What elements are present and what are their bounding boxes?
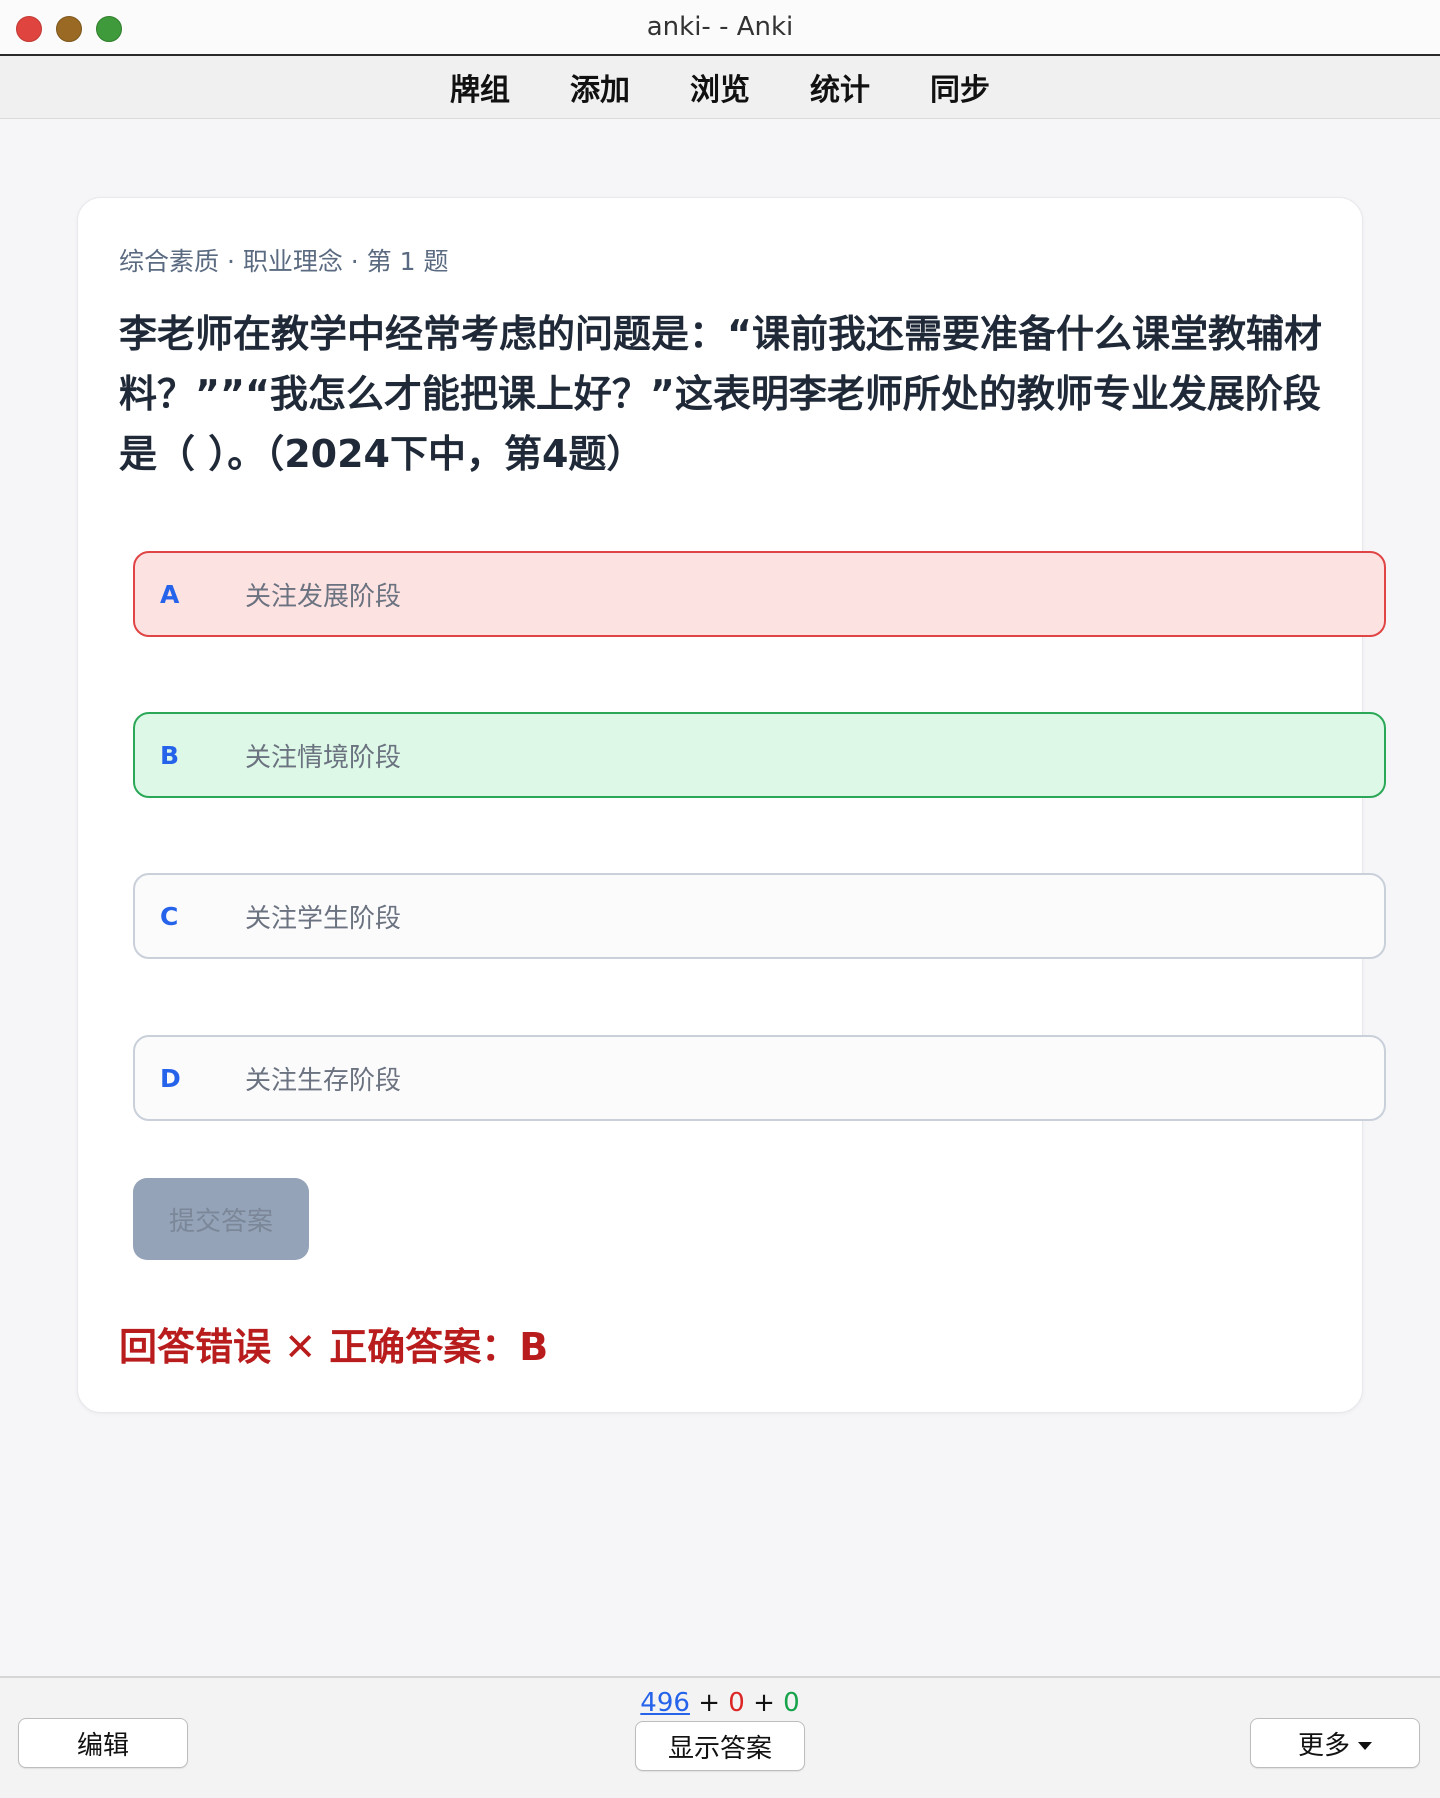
due-counts: 496 + 0 + 0 (0, 1688, 1440, 1718)
more-button[interactable]: 更多 (1250, 1718, 1420, 1768)
option-letter: C (160, 901, 179, 931)
option-d[interactable]: D 关注生存阶段 (133, 1035, 1386, 1121)
nav-decks[interactable]: 牌组 (448, 65, 512, 109)
question-card: 综合素质 · 职业理念 · 第 1 题 李老师在教学中经常考虑的问题是：“课前我… (77, 197, 1386, 1413)
learn-count: 0 (728, 1688, 745, 1718)
result-message: 回答错误 ✕ 正确答案：B (119, 1325, 549, 1369)
title-bar: anki- - Anki (0, 0, 1440, 56)
option-text: 关注生存阶段 (245, 1065, 402, 1096)
question-meta: 综合素质 · 职业理念 · 第 1 题 (119, 247, 449, 276)
question-text: 李老师在教学中经常考虑的问题是：“课前我还需要准备什么课堂教辅材料？””“我怎么… (119, 312, 1322, 476)
option-c[interactable]: C 关注学生阶段 (133, 873, 1386, 959)
option-letter: D (160, 1063, 181, 1093)
new-count[interactable]: 496 (640, 1688, 690, 1718)
nav-sync[interactable]: 同步 (928, 65, 992, 109)
plus-sign: + (698, 1688, 720, 1718)
nav-browse[interactable]: 浏览 (688, 65, 752, 109)
option-letter: A (160, 579, 180, 609)
option-letter: B (160, 740, 180, 770)
option-text: 关注学生阶段 (245, 903, 402, 934)
edit-button[interactable]: 编辑 (18, 1718, 188, 1768)
option-text: 关注情境阶段 (245, 742, 402, 773)
option-b[interactable]: B 关注情境阶段 (133, 712, 1386, 798)
more-label: 更多 (1297, 1730, 1350, 1761)
window-title: anki- - Anki (646, 12, 794, 42)
option-a[interactable]: A 关注发展阶段 (133, 551, 1386, 637)
option-text: 关注发展阶段 (245, 581, 402, 612)
show-answer-button[interactable]: 显示答案 (635, 1721, 805, 1771)
review-count: 0 (783, 1688, 800, 1718)
nav-add[interactable]: 添加 (568, 65, 632, 109)
submit-answer-button[interactable]: 提交答案 (133, 1178, 309, 1260)
caret-down-icon (1358, 1742, 1372, 1750)
nav-stats[interactable]: 统计 (808, 65, 872, 109)
top-nav: 牌组 添加 浏览 统计 同步 (0, 56, 1440, 119)
plus-sign: + (753, 1688, 775, 1718)
bottom-bar: 编辑 496 + 0 + 0 显示答案 更多 (0, 1676, 1440, 1798)
